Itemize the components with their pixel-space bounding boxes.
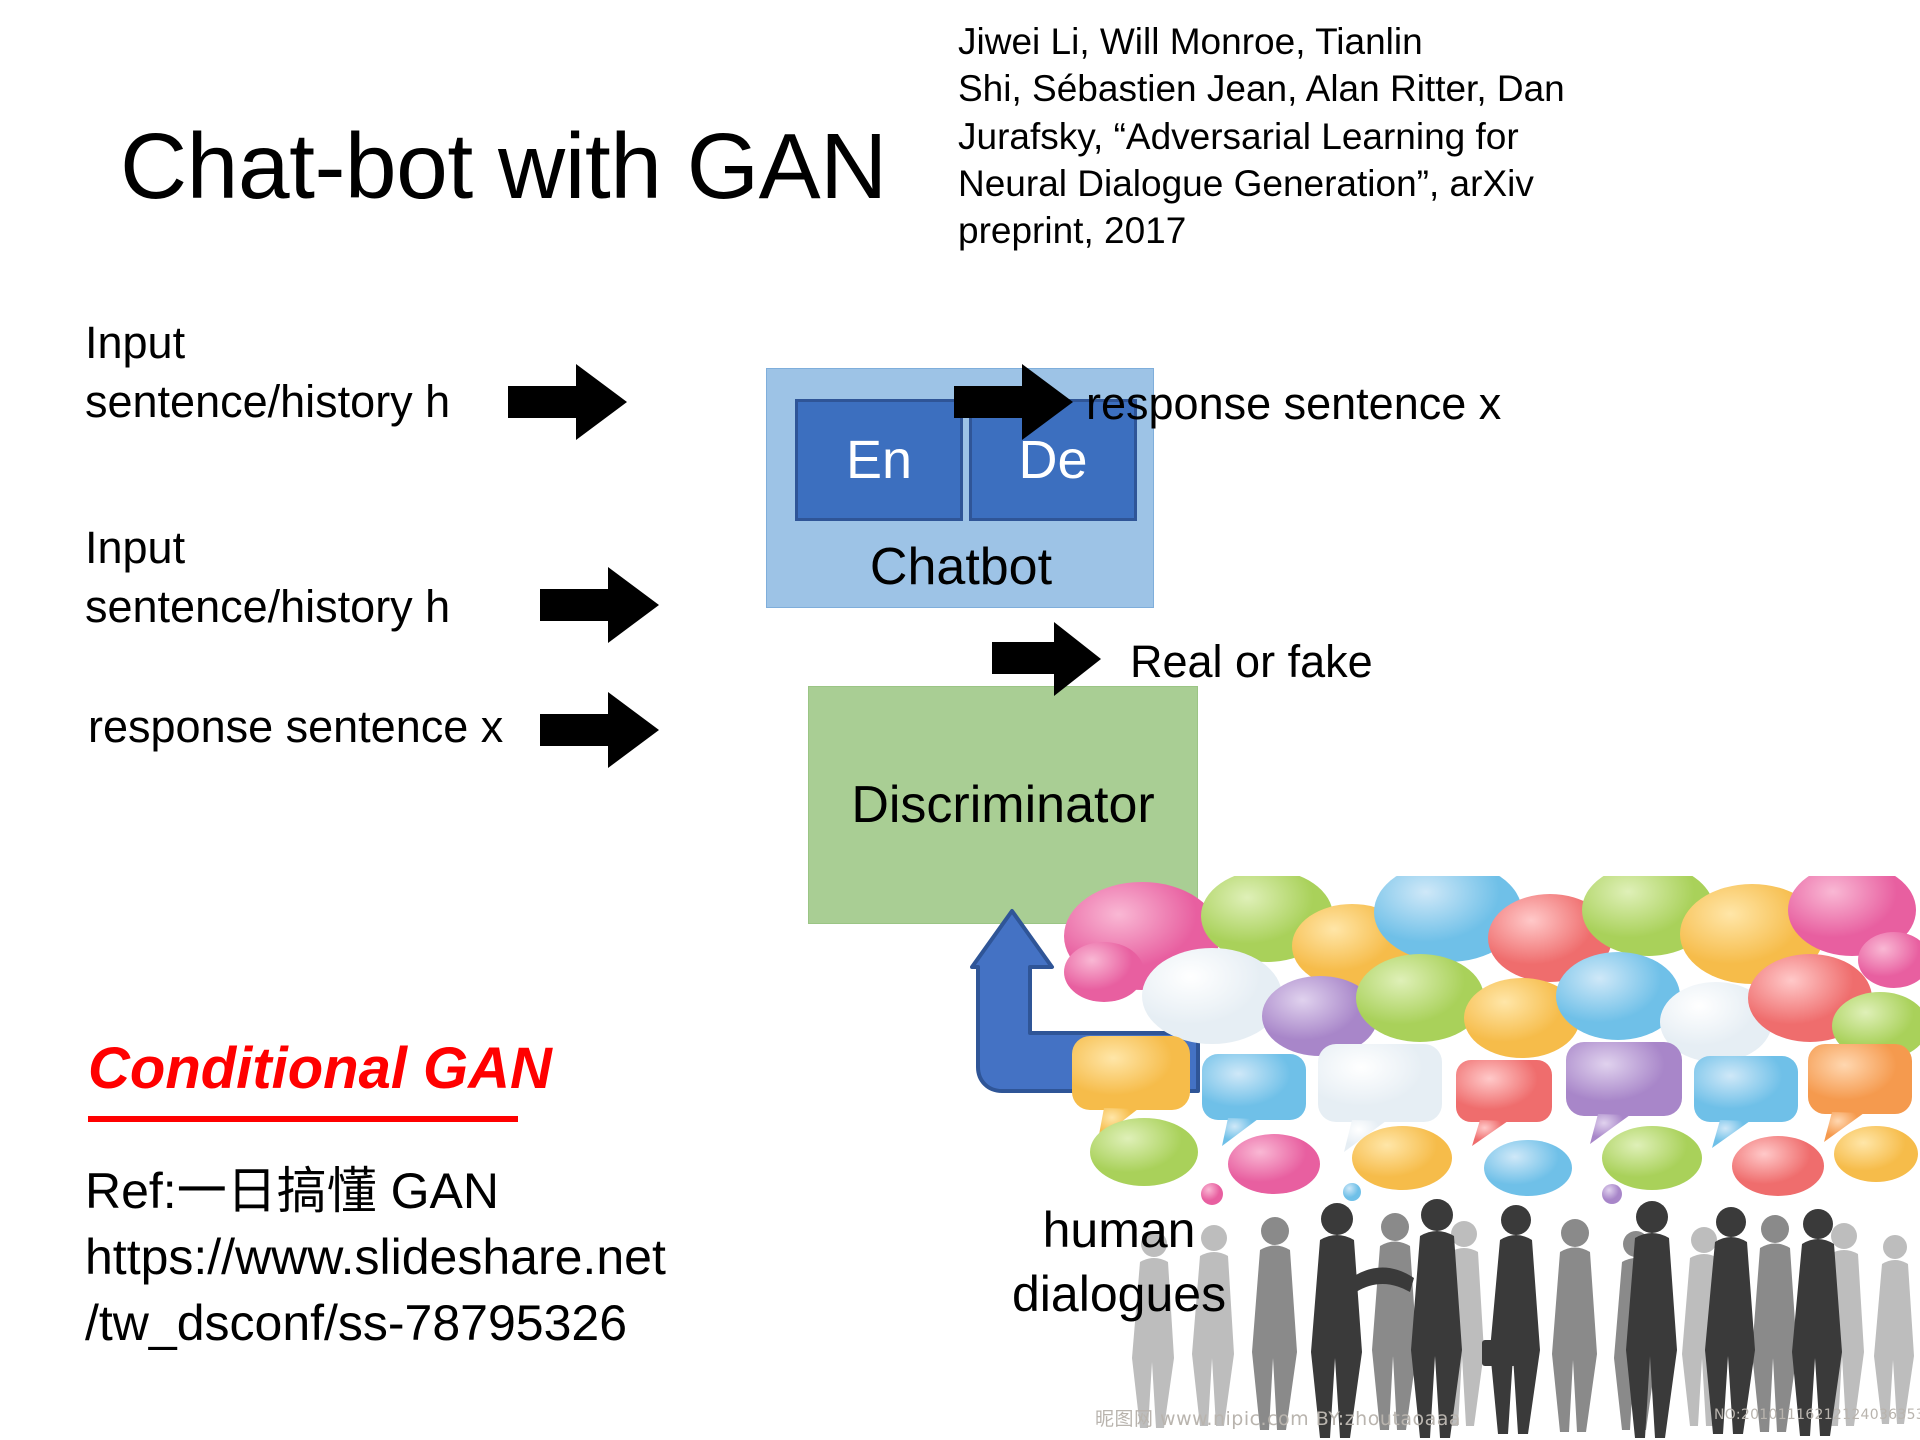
arrow-right-icon [540, 692, 659, 768]
reference-block: Ref:一日搞懂 GAN https://www.slideshare.net … [85, 1158, 666, 1356]
human-dialogues-line1: human [1042, 1202, 1196, 1258]
business-people-silhouettes-icon [1132, 1199, 1914, 1438]
slide-canvas: Chat-bot with GAN Jiwei Li, Will Monroe,… [0, 0, 1920, 1440]
reference-link[interactable]: https://www.slideshare.net [85, 1224, 666, 1290]
arrow-right-icon [540, 567, 659, 643]
conditional-gan-underline [88, 1116, 518, 1122]
page-title: Chat-bot with GAN [120, 114, 887, 218]
citation-line: Jiwei Li, Will Monroe, Tianlin [958, 21, 1423, 62]
speech-bubbles-cluster-icon [1064, 876, 1920, 1205]
arrow-right-icon [992, 622, 1101, 696]
citation-line: Jurafsky, “Adversarial Learning for [958, 115, 1519, 157]
watermark-id: NO:20101116212124036353 [1714, 1407, 1920, 1423]
arrow-right-icon [954, 364, 1073, 440]
watermark-source: 昵图网 www.nipic.com BY:zhoutaoaaa [1095, 1408, 1462, 1430]
generator-output-label: response sentence x [1086, 378, 1502, 429]
arrow-right-icon [508, 364, 627, 440]
reference-line: Ref:一日搞懂 GAN [85, 1163, 499, 1219]
chatbot-label: Chatbot [869, 538, 1053, 596]
citation-block: Jiwei Li, Will Monroe, Tianlin Shi, Séba… [958, 18, 1565, 255]
citation-line: Shi, Sébastien Jean, Alan Ritter, Dan [958, 68, 1565, 110]
citation-line: preprint, 2017 [958, 210, 1187, 252]
generator-input-label: Input sentence/history h [85, 317, 451, 428]
conditional-gan-heading: Conditional GAN [88, 1036, 552, 1101]
citation-line: Neural Dialogue Generation”, arXiv [958, 163, 1534, 205]
discriminator-output-label: Real or fake [1130, 636, 1373, 687]
human-dialogues-line2: dialogues [1012, 1266, 1227, 1322]
discriminator-input-label: Input sentence/history h [85, 522, 451, 633]
reference-link-path[interactable]: /tw_dsconf/ss-78795326 [85, 1290, 666, 1356]
encoder-block: En [795, 399, 963, 521]
discriminator-response-label: response sentence x [88, 701, 504, 752]
human-dialogues-label: human dialogues [1012, 1198, 1226, 1326]
discriminator-label: Discriminator [851, 776, 1155, 834]
